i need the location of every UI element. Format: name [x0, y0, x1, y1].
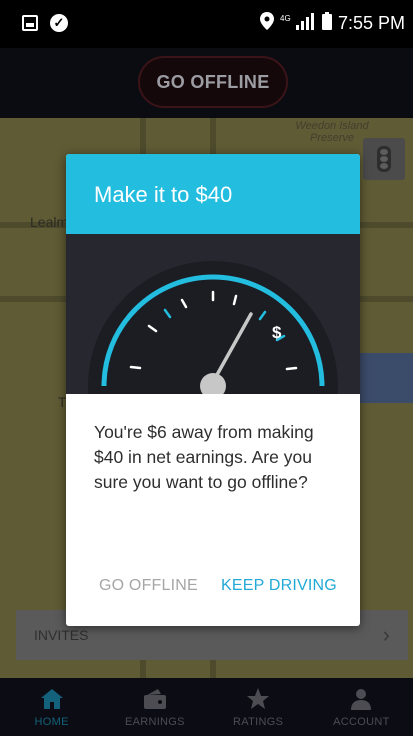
chevron-right-icon: › — [382, 622, 390, 647]
nav-label-ratings: RATINGS — [233, 715, 284, 728]
dialog-message: You're $6 away from making $40 in net ea… — [94, 422, 314, 492]
go-offline-toggle-button[interactable]: GO OFFLINE — [138, 56, 288, 108]
home-icon — [40, 687, 63, 711]
map-water — [359, 353, 413, 403]
map-label-weedon: Weedon Island — [295, 120, 369, 132]
go-offline-button[interactable]: GO OFFLINE — [99, 577, 198, 595]
nav-label-earnings: EARNINGS — [124, 715, 185, 728]
wallet-icon — [143, 687, 166, 711]
traffic-button[interactable] — [363, 138, 405, 180]
svg-text:4G: 4G — [280, 14, 291, 23]
gauge-dollar-label: $ — [272, 323, 282, 342]
nav-item-earnings[interactable]: EARNINGS — [103, 678, 206, 736]
dialog-title: Make it to $40 — [94, 182, 233, 207]
invites-label: INVITES — [34, 627, 89, 643]
bottom-navigation: HOME EARNINGS RATINGS ACCOUNT — [0, 678, 413, 736]
dialog-actions: GO OFFLINE KEEP DRIVING — [66, 577, 360, 601]
status-bar-right: 4G 7:55 PM — [259, 12, 405, 35]
earnings-gauge: $ — [66, 234, 360, 394]
nav-label-account: ACCOUNT — [333, 715, 390, 728]
star-icon — [247, 687, 270, 711]
speedometer-icon: $ — [88, 261, 338, 394]
top-app-bar: GO OFFLINE — [0, 48, 413, 118]
status-time: 7:55 PM — [337, 13, 405, 33]
status-bar: ✓ 4G 7:55 PM — [0, 0, 413, 48]
status-bar-left: ✓ — [22, 14, 68, 32]
keep-driving-button[interactable]: KEEP DRIVING — [221, 577, 337, 595]
check-circle-icon: ✓ — [50, 14, 68, 32]
person-icon — [351, 687, 372, 711]
battery-icon — [321, 12, 332, 35]
dialog-header: Make it to $40 — [66, 154, 360, 234]
map-label-lealm: Lealm — [30, 214, 69, 230]
location-icon — [259, 12, 274, 35]
traffic-light-icon — [377, 146, 391, 172]
go-offline-dialog: Make it to $40 $ You're $6 away from mak… — [66, 154, 360, 626]
image-icon — [22, 15, 38, 31]
nav-item-account[interactable]: ACCOUNT — [310, 678, 413, 736]
nav-label-home: HOME — [34, 715, 69, 728]
nav-item-ratings[interactable]: RATINGS — [207, 678, 310, 736]
4g-signal-icon: 4G — [280, 12, 316, 35]
nav-item-home[interactable]: HOME — [0, 678, 103, 736]
